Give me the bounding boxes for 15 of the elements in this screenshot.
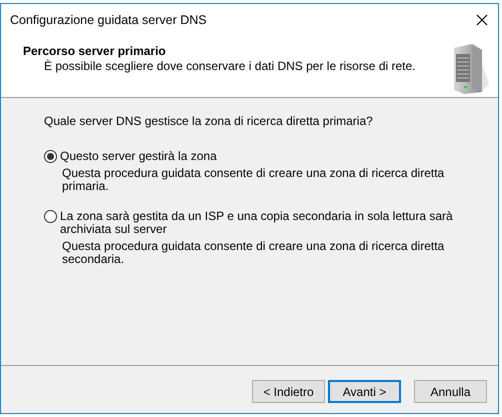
close-icon[interactable] [476, 14, 488, 26]
server-icon [452, 44, 490, 94]
option-description: Questa procedura guidata consente di creare una zona di ricerca diretta primaria. [61, 167, 446, 193]
radio-button[interactable] [44, 150, 57, 163]
window-title: Configurazione guidata server DNS [10, 12, 208, 29]
radio-label[interactable]: La zona sarà gestita da un ISP e una copia secondaria in sola lettura sarà archiviata sul server [60, 210, 478, 236]
option-description: Questa procedura guidata consente di creare una zona di ricerca diretta secondaria. [61, 240, 446, 266]
radio-label[interactable]: Questo server gestirà la zona [60, 150, 217, 163]
page-subtitle: È possibile scegliere dove conservare i dati DNS per le risorse di rete. [43, 59, 416, 74]
radio-button[interactable] [44, 210, 57, 223]
question-text: Quale server DNS gestisce la zona di ricerca diretta primaria? [44, 113, 374, 130]
dialog-button[interactable]: < Indietro [252, 380, 325, 403]
dialog-button[interactable]: Annulla [414, 380, 487, 403]
dialog-button[interactable]: Avanti > [328, 380, 401, 403]
page-title: Percorso server primario [23, 44, 167, 59]
